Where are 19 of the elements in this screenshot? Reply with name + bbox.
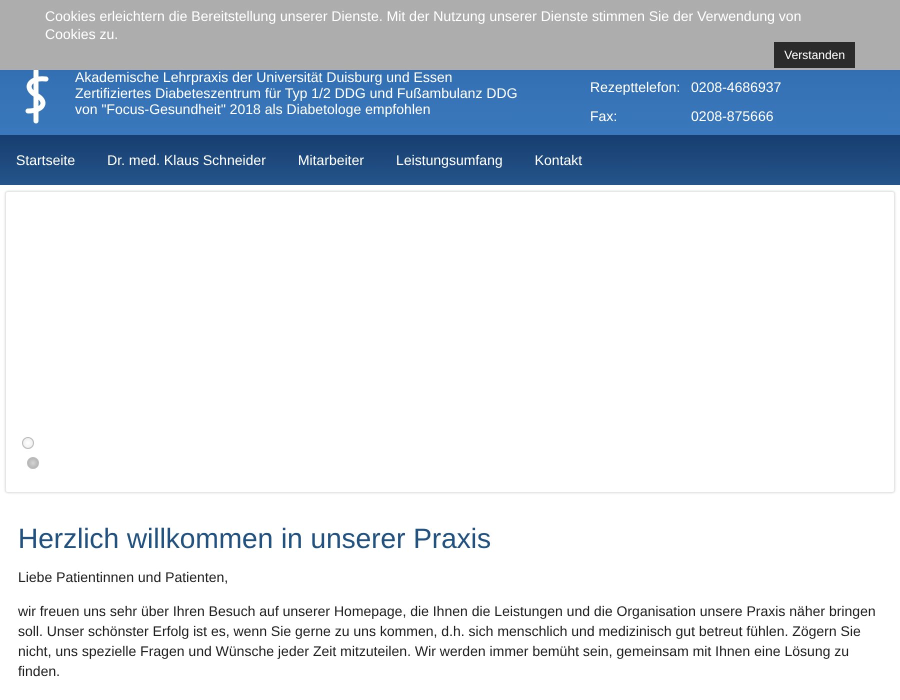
nav-link[interactable]: Leistungsumfang xyxy=(380,135,519,185)
cookie-message: Cookies erleichtern die Bereitstellung unserer Dienste. Mit der Nutzung unserer Dienste stimmen Sie der Verwendung von Cookies zu. xyxy=(45,7,802,43)
nav-link[interactable]: Startseite xyxy=(0,135,92,185)
body-paragraph: Liebe Patientinnen und Patienten, xyxy=(18,568,230,587)
slide-dot[interactable] xyxy=(27,457,39,469)
contact-value: 0208-4686937 xyxy=(691,78,782,97)
nav-link[interactable]: Mitarbeiter xyxy=(282,135,380,185)
contact-label: Fax: xyxy=(590,107,618,126)
contact-value: 0208-875666 xyxy=(691,107,775,126)
header-tagline: Akademische Lehrpraxis der Universität Duisburg und Essen xyxy=(75,69,454,85)
nav-link[interactable]: Dr. med. Klaus Schneider xyxy=(91,135,282,185)
slide-dot[interactable] xyxy=(22,437,34,449)
accept-button[interactable]: Verstanden xyxy=(774,42,855,68)
nav-link[interactable]: Kontakt xyxy=(518,135,598,185)
page-heading: Herzlich willkommen in unserer Praxis xyxy=(18,523,492,555)
header-tagline: Zertifiziertes Diabeteszentrum für Typ 1/2 DDG und Fußambulanz DDG xyxy=(75,85,518,101)
body-paragraph: wir freuen uns sehr über Ihren Besuch auf unserer Homepage, die Ihnen die Leistungen und die Organisation unsere Praxis näher bringen soll. Unser schönster Erfolg ist es, wenn Sie gerne zu uns kommen, d.h. sich menschlich und medizinisch gut betreut fühlen. Zögern Sie nicht, uns spezielle Fragen und Wünsche jeder Zeit mitzuteilen. Wir werden immer bemüht sein, gemeinsam mit Ihnen eine Lösung zu finden. xyxy=(18,602,877,681)
contact-label: Rezepttelefon: xyxy=(590,78,682,97)
header-tagline: von "Focus-Gesundheit" 2018 als Diabetologe empfohlen xyxy=(75,101,432,117)
